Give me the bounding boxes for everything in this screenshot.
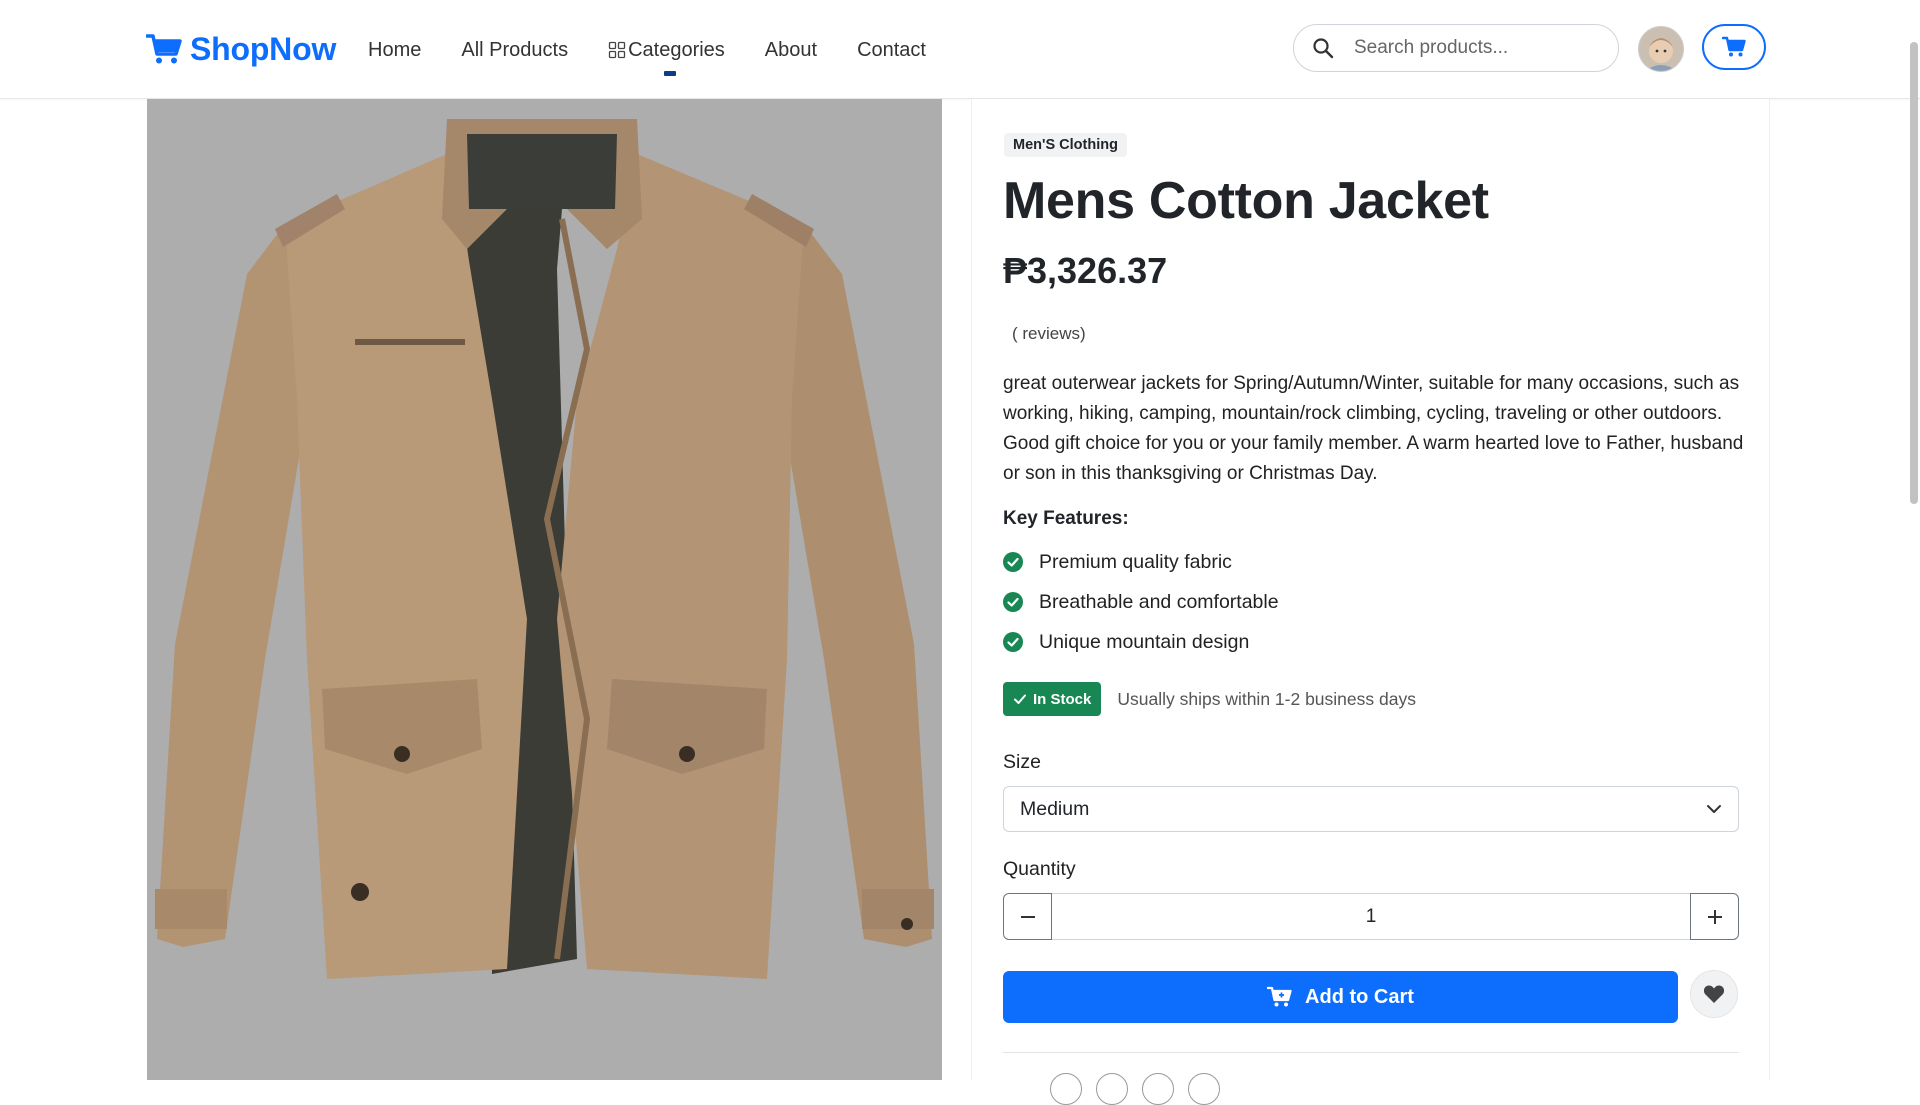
brand-logo[interactable]: ShopNow <box>146 28 336 70</box>
nav-categories-label: Categories <box>628 38 725 61</box>
features-title: Key Features: <box>1003 508 1129 529</box>
grid-icon <box>608 41 626 59</box>
plus-icon <box>1707 909 1722 924</box>
cart-icon <box>146 34 182 64</box>
reviews-count[interactable]: ( reviews) <box>1012 324 1086 344</box>
check-circle-icon <box>1003 632 1023 652</box>
shipping-note: Usually ships within 1-2 business days <box>1117 688 1416 709</box>
stock-badge: In Stock <box>1003 682 1102 716</box>
cart-button[interactable] <box>1702 24 1766 70</box>
quantity-stepper: 1 <box>1003 893 1739 940</box>
share-button[interactable] <box>1188 1073 1220 1105</box>
size-label: Size <box>1003 751 1041 773</box>
size-select[interactable]: Medium <box>1003 786 1739 832</box>
check-circle-icon <box>1003 552 1023 572</box>
search-box <box>1293 24 1619 72</box>
cart-plus-icon <box>1267 986 1292 1007</box>
nav-categories[interactable]: Categories <box>608 38 725 76</box>
search-icon <box>1313 38 1334 59</box>
avatar-image <box>1639 27 1683 71</box>
product-title: Mens Cotton Jacket <box>1003 172 1489 230</box>
nav-all-products-label: All Products <box>461 38 569 61</box>
quantity-increase-button[interactable] <box>1690 893 1739 940</box>
share-button[interactable] <box>1096 1073 1128 1105</box>
minus-icon <box>1020 915 1035 918</box>
search-input[interactable] <box>1352 36 1596 60</box>
feature-text: Breathable and comfortable <box>1039 590 1279 613</box>
heart-icon <box>1703 985 1725 1003</box>
jacket-image <box>147 99 942 1080</box>
nav-links: Home All Products Categories About Conta… <box>368 36 966 76</box>
brand-name: ShopNow <box>190 30 337 67</box>
nav-all-products[interactable]: All Products <box>461 39 568 62</box>
nav-about[interactable]: About <box>765 39 817 62</box>
category-badge[interactable]: Men'S Clothing <box>1004 133 1127 157</box>
check-icon <box>1014 694 1026 704</box>
quantity-label: Quantity <box>1003 858 1076 880</box>
feature-item: Breathable and comfortable <box>1003 582 1279 622</box>
feature-text: Unique mountain design <box>1039 630 1250 653</box>
page-scrollbar[interactable] <box>1910 42 1918 504</box>
stock-badge-label: In Stock <box>1033 690 1092 708</box>
nav-contact-label: Contact <box>857 38 926 61</box>
size-select-value: Medium <box>1020 797 1090 820</box>
share-button[interactable] <box>1142 1073 1174 1105</box>
add-to-cart-button[interactable]: Add to Cart <box>1003 971 1678 1023</box>
product-description: great outerwear jackets for Spring/Autum… <box>1003 373 1744 484</box>
quantity-input[interactable]: 1 <box>1052 893 1690 940</box>
nav-home-label: Home <box>368 38 422 61</box>
feature-item: Premium quality fabric <box>1003 542 1279 582</box>
cart-icon <box>1722 36 1746 57</box>
quantity-decrease-button[interactable] <box>1003 893 1052 940</box>
nav-contact[interactable]: Contact <box>857 39 926 62</box>
features-list: Premium quality fabric Breathable and co… <box>1003 542 1279 662</box>
stock-row: In Stock Usually ships within 1-2 busine… <box>1003 682 1416 716</box>
wishlist-button[interactable] <box>1690 970 1738 1018</box>
share-button[interactable] <box>1050 1073 1082 1105</box>
categories-active-indicator <box>664 70 677 76</box>
feature-text: Premium quality fabric <box>1039 550 1232 573</box>
nav-about-label: About <box>764 38 818 61</box>
navbar: ShopNow Home All Products Categories Abo… <box>0 0 1920 99</box>
product-image <box>147 99 942 1080</box>
product-price: ₱3,326.37 <box>1003 250 1168 291</box>
check-circle-icon <box>1003 592 1023 612</box>
product-details-card: Men'S Clothing Mens Cotton Jacket ₱3,326… <box>971 99 1770 1105</box>
user-avatar[interactable] <box>1638 26 1684 72</box>
feature-item: Unique mountain design <box>1003 622 1279 662</box>
add-to-cart-label: Add to Cart <box>1305 985 1414 1008</box>
divider <box>1003 1052 1739 1053</box>
chevron-down-icon <box>1707 805 1721 813</box>
nav-home[interactable]: Home <box>368 39 421 62</box>
